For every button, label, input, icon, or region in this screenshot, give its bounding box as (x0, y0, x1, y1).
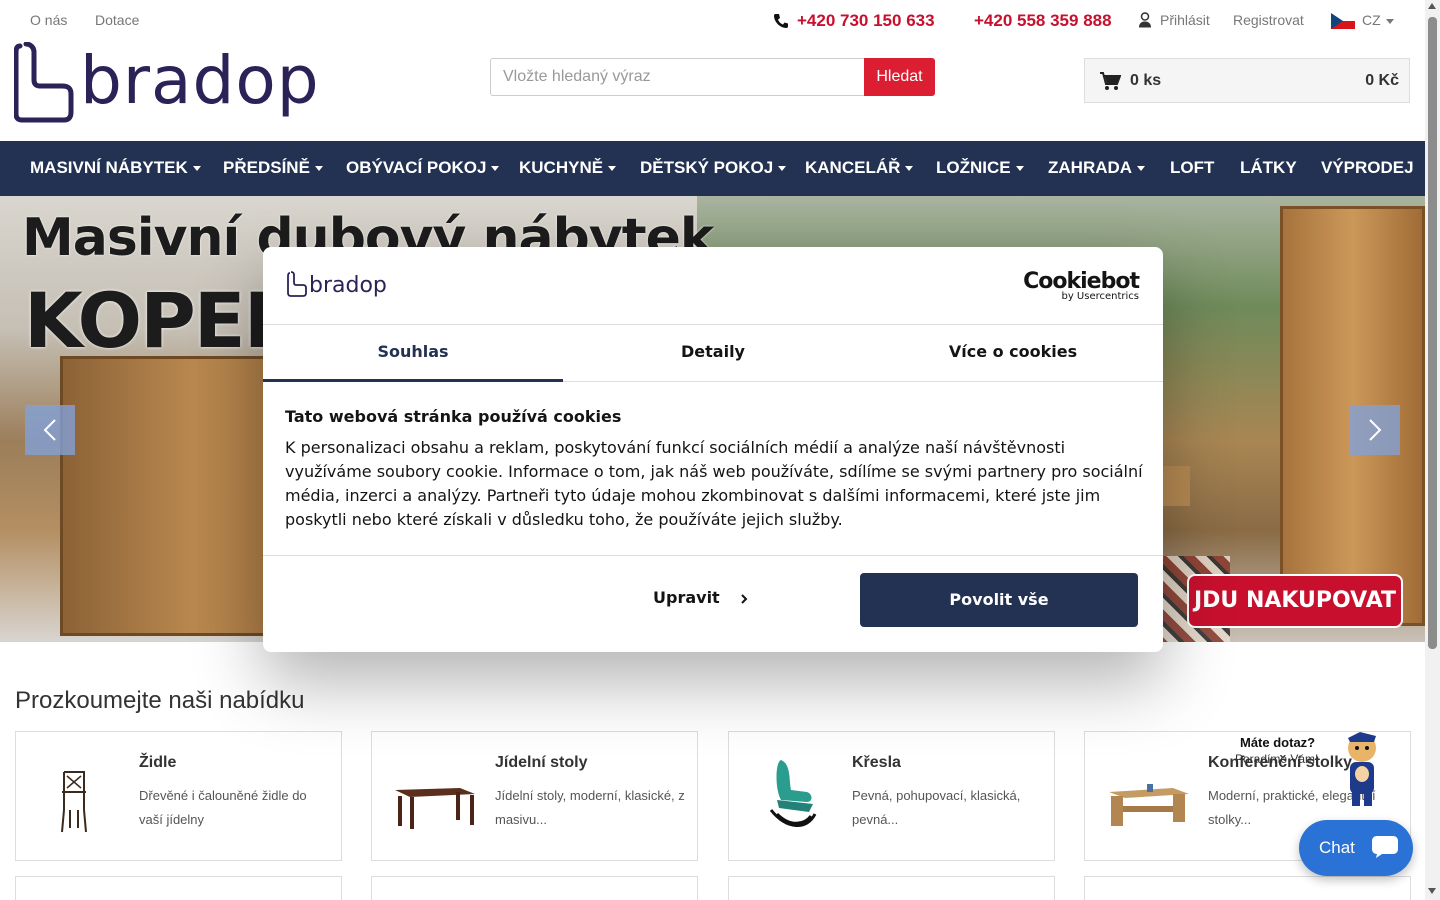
mascot-icon (1348, 732, 1376, 806)
chat-label: Chat (1319, 838, 1355, 857)
customize-button[interactable]: Upravit (653, 588, 749, 607)
cookiebot-logo[interactable]: Cookiebot by Usercentrics (1023, 269, 1140, 302)
tab-consent[interactable]: Souhlas (263, 325, 563, 382)
cookie-heading: Tato webová stránka používá cookies (285, 407, 622, 426)
tab-details[interactable]: Detaily (563, 325, 863, 382)
cookie-footer: Upravit Povolit vše (263, 555, 1163, 652)
cookie-consent-dialog: bradop Cookiebot by Usercentrics Souhlas… (263, 247, 1163, 652)
chat-bubble-icon (1372, 836, 1398, 858)
cookie-description: K personalizaci obsahu a reklam, poskyto… (285, 438, 1143, 529)
allow-all-button[interactable]: Povolit vše (860, 573, 1138, 627)
dialog-logo: bradop (287, 271, 407, 301)
chat-mascot-widget[interactable]: Máte dotaz? Poradíme Vám! (1230, 730, 1390, 820)
tab-about-cookies[interactable]: Více o cookies (863, 325, 1163, 382)
cookie-overlay: bradop Cookiebot by Usercentrics Souhlas… (0, 0, 1440, 900)
chevron-right-icon (741, 593, 748, 604)
chat-subtitle: Poradíme Vám! (1235, 752, 1319, 766)
chat-question: Máte dotaz? (1240, 735, 1316, 750)
chair-logo-icon (287, 271, 307, 297)
cookie-tabs: Souhlas Detaily Více o cookies (263, 324, 1163, 382)
dialog-logo-text: bradop (309, 273, 387, 298)
chat-button[interactable]: Chat (1299, 820, 1413, 876)
customize-label: Upravit (653, 588, 720, 607)
